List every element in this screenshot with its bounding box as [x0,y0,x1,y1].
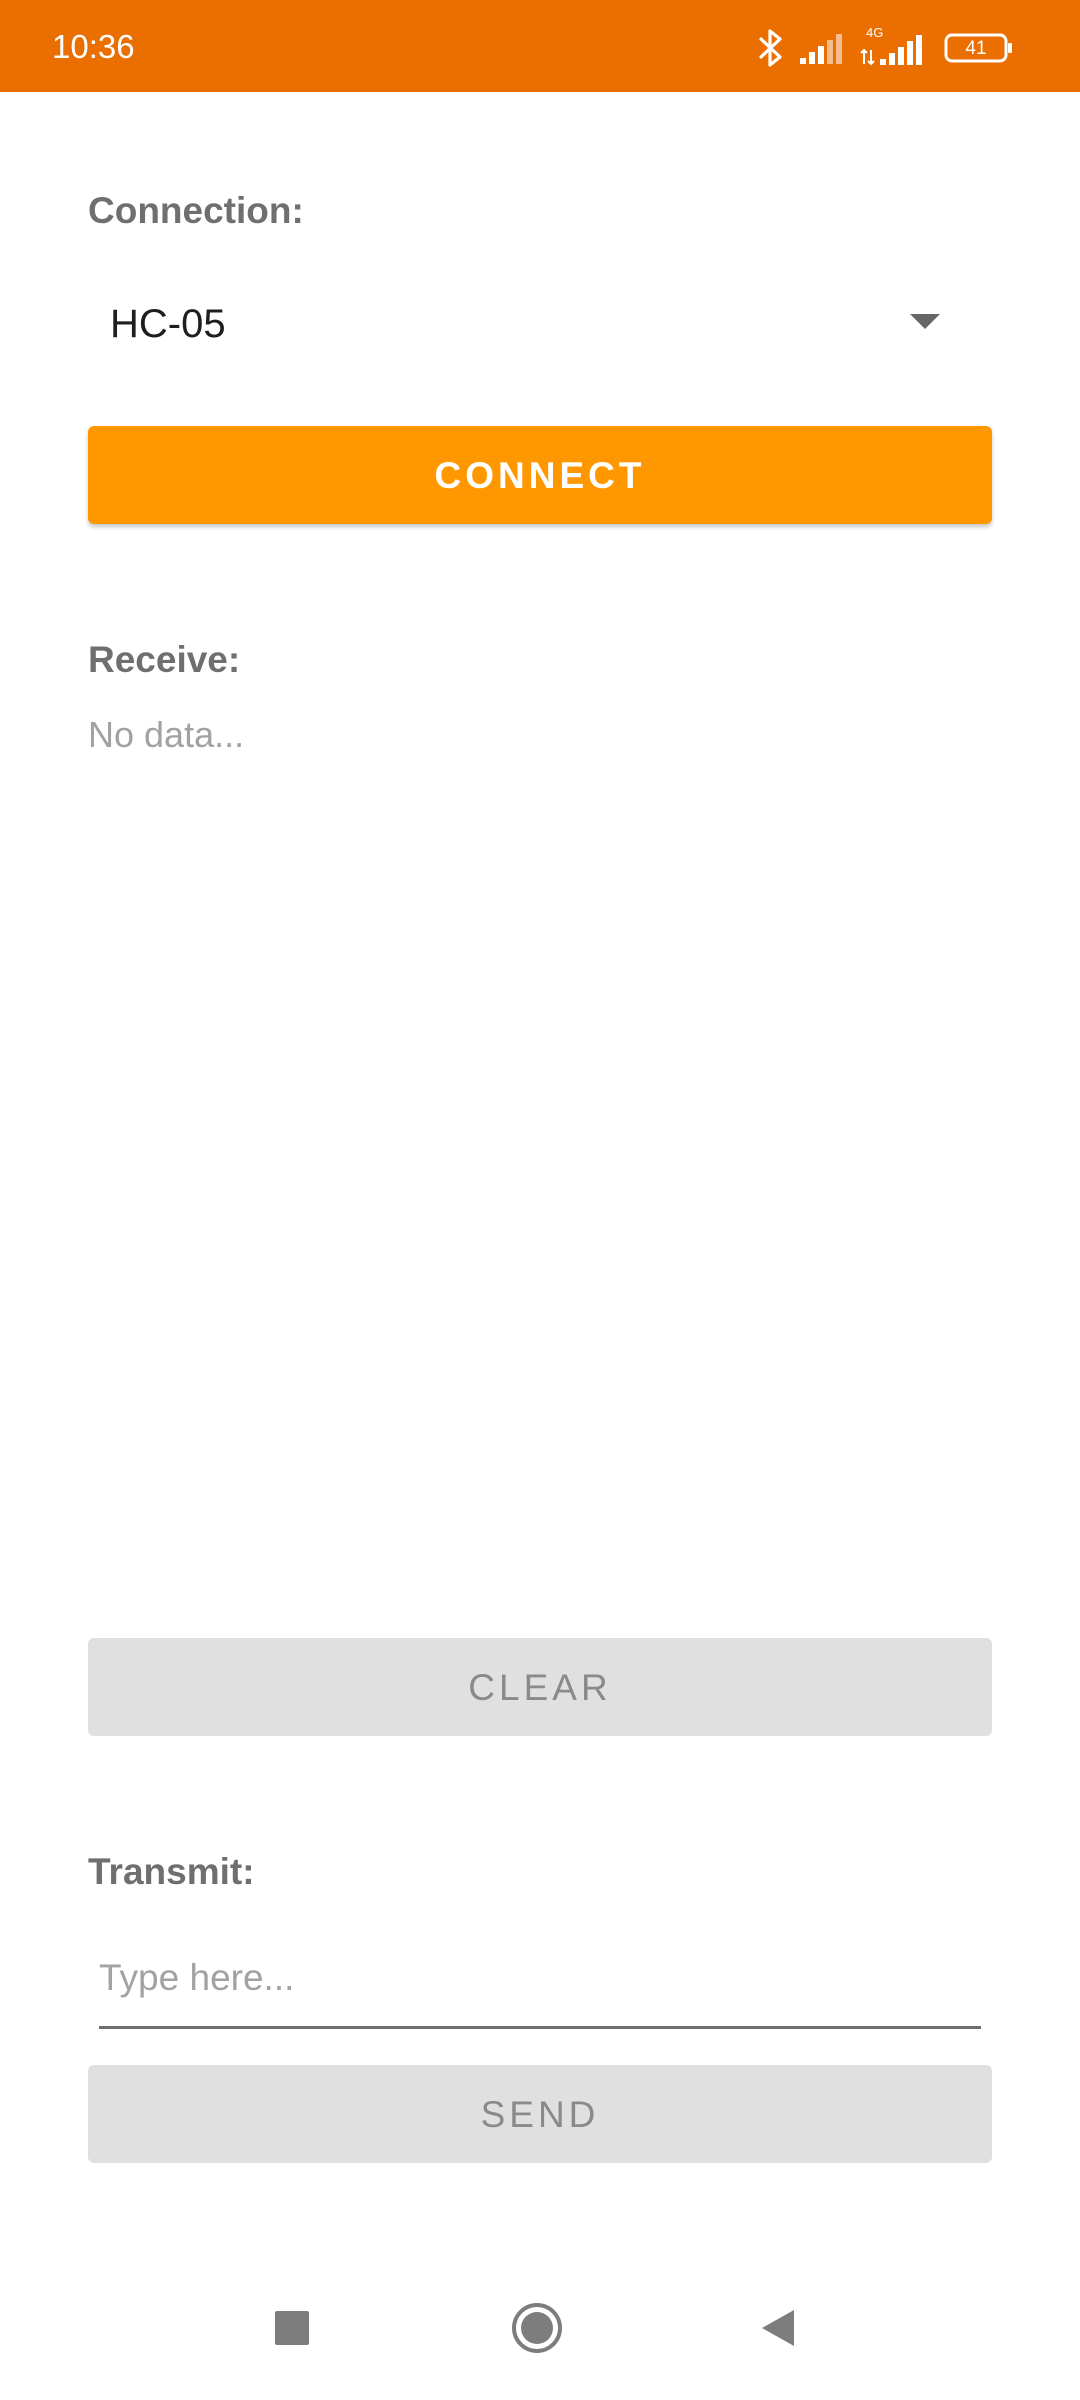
status-time: 10:36 [52,28,135,65]
dropdown-arrow-icon [910,314,940,335]
signal-icon [798,31,846,65]
back-icon [760,2308,796,2353]
bluetooth-icon [758,28,784,68]
receive-label: Receive: [88,639,241,680]
clear-button[interactable]: CLEAR [88,1638,992,1736]
received-data-text: No data... [88,714,245,755]
transmit-input-container [99,1948,981,2029]
recent-apps-icon [274,2310,310,2351]
recent-apps-button[interactable] [252,2290,332,2370]
connect-button[interactable]: CONNECT [88,426,992,524]
navigation-bar [0,2280,1080,2380]
battery-icon: 41 [944,32,1014,64]
transmit-input[interactable] [99,1948,981,2008]
home-button[interactable] [497,2290,577,2370]
status-bar: 10:36 4G 41 [0,0,1080,92]
device-dropdown[interactable]: HC-05 [88,280,992,366]
transmit-label: Transmit: [88,1851,255,1892]
home-icon [511,2302,563,2359]
connection-label: Connection: [88,190,304,231]
signal-4g-icon: 4G [860,26,930,68]
status-icons: 4G 41 [758,26,1014,68]
battery-level: 41 [965,38,987,59]
back-button[interactable] [738,2290,818,2370]
selected-device: HC-05 [110,302,226,346]
send-button[interactable]: SEND [88,2065,992,2163]
